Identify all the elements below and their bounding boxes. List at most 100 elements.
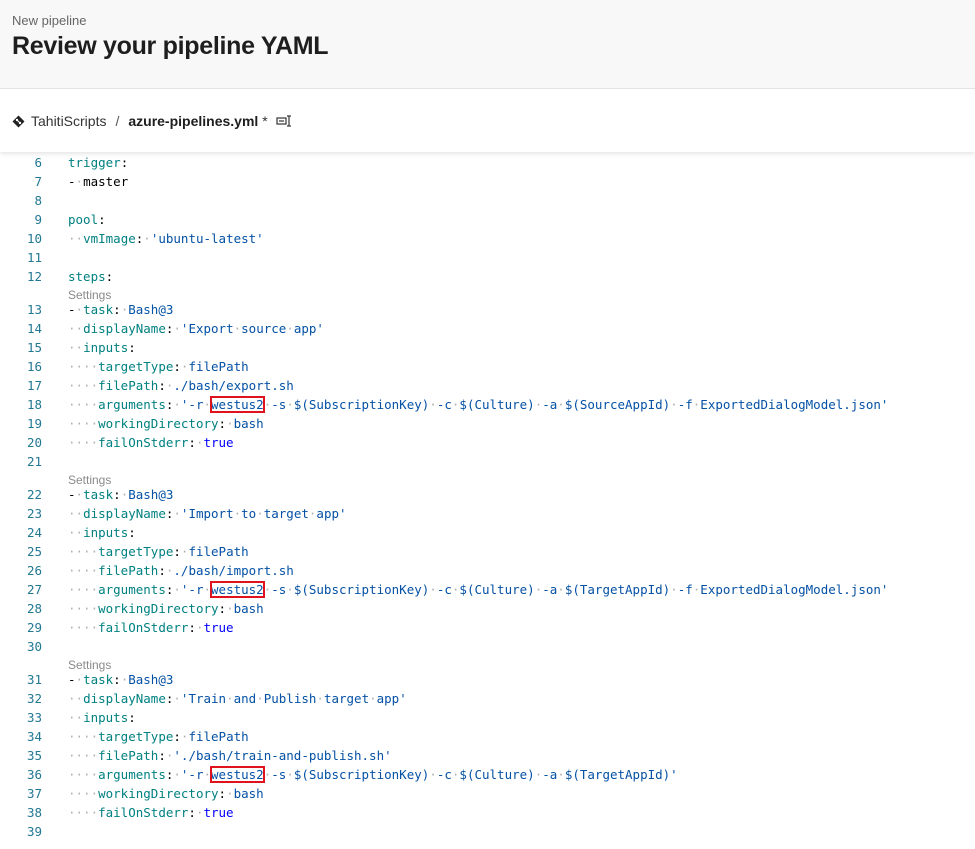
code-text: ··inputs: [68,525,136,540]
code-line: 16 ····targetType:·filePath [0,357,975,376]
code-line: 26 ····filePath:·./bash/import.sh [0,561,975,580]
line-number: 9 [34,212,42,227]
line-number: 22 [26,487,42,502]
code-text: ····arguments:·'-r·westus2·-s·$(Subscrip… [68,766,678,783]
code-text: trigger: [68,155,129,170]
line-number: 37 [26,786,42,801]
code-text: -·task:·Bash@3 [68,672,174,687]
code-line: 31 -·task:·Bash@3 [0,670,975,689]
code-line: 39 [0,822,975,841]
code-text: -·task:·Bash@3 [68,302,174,317]
line-number: 31 [26,672,42,687]
code-line: 37 ····workingDirectory:·bash [0,784,975,803]
code-line: 10 ··vmImage:·'ubuntu-latest' [0,229,975,248]
code-line: 29 ····failOnStderr:·true [0,618,975,637]
code-text: ····workingDirectory:·bash [68,786,264,801]
page-title: Review your pipeline YAML [12,32,329,60]
line-number: 8 [34,193,42,208]
yaml-editor[interactable]: 6 trigger: 7 -·master 8 9 pool: 10 ··vmImage:·'u… [0,153,975,849]
line-number: 10 [26,231,42,246]
line-number: 14 [26,321,42,336]
code-text: pool: [68,212,106,227]
line-number: 24 [26,525,42,540]
code-line: 30 [0,637,975,656]
code-text: ····targetType:·filePath [68,729,249,744]
code-text: -·task:·Bash@3 [68,487,174,502]
rename-file-icon[interactable] [276,114,294,128]
code-text: ····failOnStderr:·true [68,805,234,820]
code-line: 24 ··inputs: [0,523,975,542]
code-line: 33 ··inputs: [0,708,975,727]
code-line: 36 ····arguments:·'-r·westus2·-s·$(Subscr… [0,765,975,784]
line-number: 11 [26,250,42,265]
code-text: ····arguments:·'-r·westus2·-s·$(Subscrip… [68,396,889,413]
code-line: 19 ····workingDirectory:·bash [0,414,975,433]
line-number: 26 [26,563,42,578]
highlighted-region-token: westus2 [210,396,265,413]
code-text: steps: [68,269,114,284]
code-text: ····filePath:·'./bash/train-and-publish.… [68,748,392,763]
code-line: 7 -·master [0,172,975,191]
line-number: 30 [26,639,42,654]
code-line: 20 ····failOnStderr:·true [0,433,975,452]
code-text: ····filePath:·./bash/import.sh [68,563,294,578]
highlighted-region-token: westus2 [210,581,265,598]
code-line: 21 [0,452,975,471]
breadcrumb-repo[interactable]: TahitiScripts [31,113,106,129]
code-line: 15 ··inputs: [0,338,975,357]
code-line: 18 ····arguments:·'-r·westus2·-s·$(Subscr… [0,395,975,414]
page-subtitle: New pipeline [12,13,87,28]
code-line: 11 [0,248,975,267]
code-line: 34 ····targetType:·filePath [0,727,975,746]
line-number: 21 [26,454,42,469]
code-line: 35 ····filePath:·'./bash/train-and-publis… [0,746,975,765]
code-text: ··displayName:·'Export·source·app' [68,321,324,336]
line-number: 32 [26,691,42,706]
breadcrumb: TahitiScripts / azure-pipelines.yml * [12,113,294,129]
line-number: 16 [26,359,42,374]
line-number: 18 [26,397,42,412]
line-number: 19 [26,416,42,431]
code-line: 8 [0,191,975,210]
code-text: ··vmImage:·'ubuntu-latest' [68,231,264,246]
line-number: 20 [26,435,42,450]
code-text: ····targetType:·filePath [68,544,249,559]
code-text: ····failOnStderr:·true [68,620,234,635]
code-line: 9 pool: [0,210,975,229]
code-text: ····filePath:·./bash/export.sh [68,378,294,393]
code-line: 6 trigger: [0,153,975,172]
line-number: 23 [26,506,42,521]
line-number: 35 [26,748,42,763]
line-number: 7 [34,174,42,189]
line-number: 27 [26,582,42,597]
highlighted-region-token: westus2 [210,766,265,783]
line-number: 34 [26,729,42,744]
code-text: ··inputs: [68,710,136,725]
code-text: -·master [68,174,129,189]
breadcrumb-separator: / [115,113,120,129]
code-line: 25 ····targetType:·filePath [0,542,975,561]
code-text: ··displayName:·'Train·and·Publish·target… [68,691,407,706]
line-number: 36 [26,767,42,782]
line-number: 38 [26,805,42,820]
code-text: ····workingDirectory:·bash [68,601,264,616]
code-line: 27 ····arguments:·'-r·westus2·-s·$(Subscr… [0,580,975,599]
code-line: 12 steps: [0,267,975,286]
line-number: 17 [26,378,42,393]
code-text: ····failOnStderr:·true [68,435,234,450]
code-text: ····workingDirectory:·bash [68,416,264,431]
page-header: New pipeline Review your pipeline YAML [0,0,975,89]
line-number: 6 [34,155,42,170]
code-text: ··displayName:·'Import·to·target·app' [68,506,347,521]
line-number: 29 [26,620,42,635]
line-number: 15 [26,340,42,355]
code-text: ····arguments:·'-r·westus2·-s·$(Subscrip… [68,581,889,598]
code-line: 17 ····filePath:·./bash/export.sh [0,376,975,395]
code-text: ····targetType:·filePath [68,359,249,374]
breadcrumb-file[interactable]: azure-pipelines.yml [128,113,258,129]
code-line: 22 -·task:·Bash@3 [0,485,975,504]
git-repo-icon [12,115,25,128]
line-number: 13 [26,302,42,317]
breadcrumb-bar: TahitiScripts / azure-pipelines.yml * [0,89,975,152]
line-number: 39 [26,824,42,839]
